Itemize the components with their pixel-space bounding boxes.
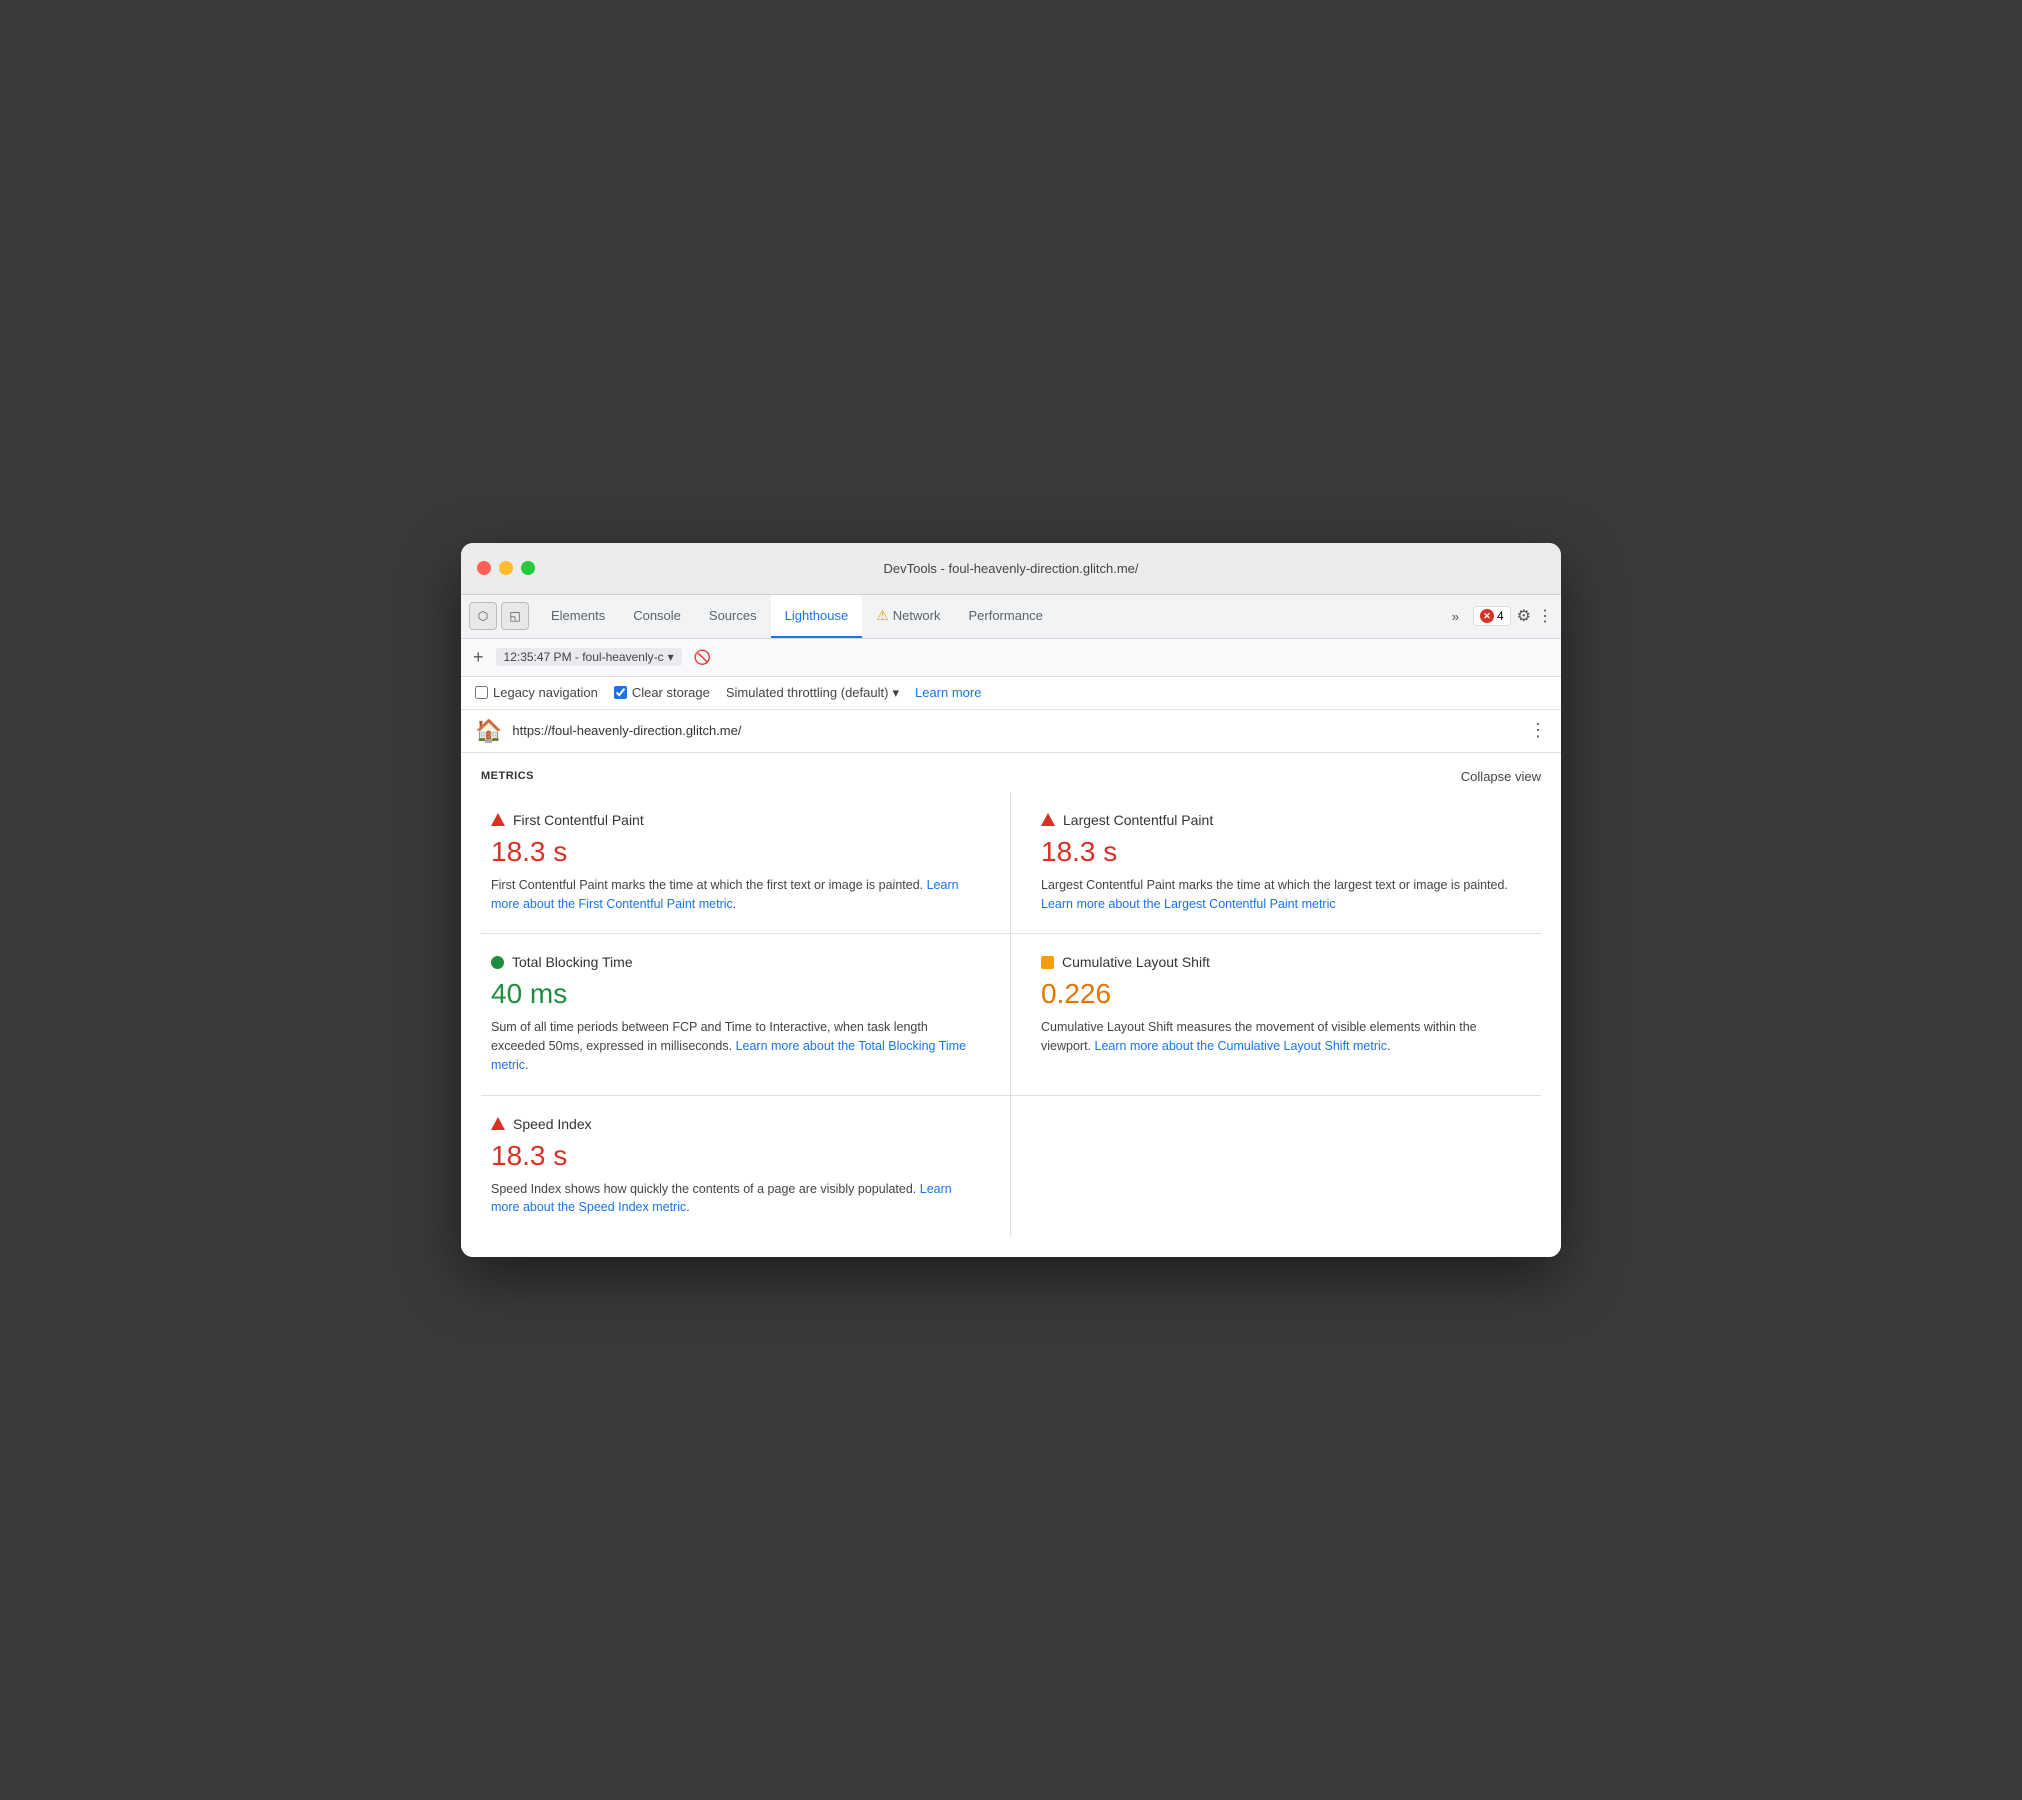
tab-lighthouse[interactable]: Lighthouse (771, 594, 863, 638)
si-description: Speed Index shows how quickly the conten… (491, 1180, 980, 1218)
clear-storage-checkbox[interactable] (614, 686, 627, 699)
tab-console[interactable]: Console (619, 594, 695, 638)
tabs-list: Elements Console Sources Lighthouse ⚠ Ne… (537, 594, 1444, 638)
error-badge: ✕ 4 (1473, 606, 1511, 626)
timestamp-badge[interactable]: 12:35:47 PM - foul-heavenly-c ▾ (496, 648, 682, 666)
tbt-title-row: Total Blocking Time (491, 954, 980, 970)
clear-storage-group: Clear storage (614, 685, 710, 700)
metric-si: Speed Index 18.3 s Speed Index shows how… (481, 1096, 1011, 1238)
close-button[interactable] (477, 561, 491, 575)
dropdown-arrow-icon: ▾ (668, 650, 674, 664)
metrics-header: METRICS Collapse view (481, 753, 1541, 792)
error-icon: ✕ (1480, 609, 1494, 623)
lcp-value: 18.3 s (1041, 836, 1521, 868)
learn-more-link[interactable]: Learn more (915, 685, 981, 700)
metric-lcp: Largest Contentful Paint 18.3 s Largest … (1011, 792, 1541, 935)
clear-storage-label: Clear storage (632, 685, 710, 700)
metric-fcp: First Contentful Paint 18.3 s First Cont… (481, 792, 1011, 935)
maximize-button[interactable] (521, 561, 535, 575)
tab-network[interactable]: ⚠ Network (862, 594, 954, 638)
content-area: METRICS Collapse view First Contentful P… (461, 753, 1561, 1257)
more-options-button[interactable]: ⋮ (1537, 606, 1553, 626)
si-name: Speed Index (513, 1116, 592, 1132)
fcp-description: First Contentful Paint marks the time at… (491, 876, 980, 914)
tabs-bar: ⬡ ◱ Elements Console Sources Lighthouse … (461, 595, 1561, 639)
lcp-title-row: Largest Contentful Paint (1041, 812, 1521, 828)
fcp-title-row: First Contentful Paint (491, 812, 980, 828)
metrics-section-label: METRICS (481, 770, 534, 782)
tabs-right: » ✕ 4 ⚙ ⋮ (1444, 605, 1553, 628)
lcp-indicator-icon (1041, 813, 1055, 826)
tab-elements[interactable]: Elements (537, 594, 619, 638)
lcp-learn-more-link[interactable]: Learn more about the Largest Contentful … (1041, 897, 1336, 911)
add-button[interactable]: + (473, 647, 484, 668)
url-bar: 🏠 https://foul-heavenly-direction.glitch… (461, 710, 1561, 753)
window-title: DevTools - foul-heavenly-direction.glitc… (883, 561, 1138, 576)
cls-value: 0.226 (1041, 978, 1521, 1010)
lcp-name: Largest Contentful Paint (1063, 812, 1213, 828)
throttling-group: Simulated throttling (default) ▾ (726, 685, 899, 701)
cls-description: Cumulative Layout Shift measures the mov… (1041, 1018, 1521, 1056)
legacy-nav-checkbox[interactable] (475, 686, 488, 699)
si-learn-more-link[interactable]: Learn more about the Speed Index metric (491, 1182, 952, 1215)
tbt-name: Total Blocking Time (512, 954, 633, 970)
legacy-nav-label: Legacy navigation (493, 685, 598, 700)
network-warning-icon: ⚠ (876, 607, 889, 624)
block-requests-icon[interactable]: 🚫 (694, 649, 711, 666)
sub-toolbar: + 12:35:47 PM - foul-heavenly-c ▾ 🚫 (461, 639, 1561, 677)
cursor-icon-button[interactable]: ⬡ (469, 602, 497, 630)
tbt-value: 40 ms (491, 978, 980, 1010)
cls-indicator-icon (1041, 956, 1054, 969)
options-bar: Legacy navigation Clear storage Simulate… (461, 677, 1561, 710)
tbt-indicator-icon (491, 956, 504, 969)
si-title-row: Speed Index (491, 1116, 980, 1132)
fcp-name: First Contentful Paint (513, 812, 644, 828)
devtools-window: DevTools - foul-heavenly-direction.glitc… (461, 543, 1561, 1257)
cls-title-row: Cumulative Layout Shift (1041, 954, 1521, 970)
tbt-learn-more-link[interactable]: Learn more about the Total Blocking Time… (491, 1039, 966, 1072)
fcp-indicator-icon (491, 813, 505, 826)
title-bar: DevTools - foul-heavenly-direction.glitc… (461, 543, 1561, 595)
tbt-description: Sum of all time periods between FCP and … (491, 1018, 980, 1074)
fcp-value: 18.3 s (491, 836, 980, 868)
fcp-learn-more-link[interactable]: Learn more about the First Contentful Pa… (491, 878, 959, 911)
metric-cls: Cumulative Layout Shift 0.226 Cumulative… (1011, 934, 1541, 1095)
cls-learn-more-link[interactable]: Learn more about the Cumulative Layout S… (1095, 1039, 1388, 1053)
throttling-dropdown[interactable]: ▾ (892, 685, 899, 701)
lcp-description: Largest Contentful Paint marks the time … (1041, 876, 1521, 914)
settings-button[interactable]: ⚙ (1517, 606, 1531, 626)
tab-sources[interactable]: Sources (695, 594, 771, 638)
tab-icon-group: ⬡ ◱ (469, 602, 529, 630)
url-more-options-button[interactable]: ⋮ (1529, 720, 1547, 741)
throttling-label: Simulated throttling (default) (726, 685, 889, 700)
current-url: https://foul-heavenly-direction.glitch.m… (512, 723, 1519, 738)
more-tabs-button[interactable]: » (1444, 605, 1467, 628)
device-icon-button[interactable]: ◱ (501, 602, 529, 630)
si-value: 18.3 s (491, 1140, 980, 1172)
traffic-lights (477, 561, 535, 575)
metric-tbt: Total Blocking Time 40 ms Sum of all tim… (481, 934, 1011, 1095)
collapse-view-button[interactable]: Collapse view (1461, 769, 1541, 784)
metrics-grid: First Contentful Paint 18.3 s First Cont… (481, 792, 1541, 1237)
lighthouse-logo-icon: 🏠 (475, 718, 502, 744)
minimize-button[interactable] (499, 561, 513, 575)
legacy-nav-group: Legacy navigation (475, 685, 598, 700)
cls-name: Cumulative Layout Shift (1062, 954, 1210, 970)
tab-performance[interactable]: Performance (954, 594, 1056, 638)
si-indicator-icon (491, 1117, 505, 1130)
